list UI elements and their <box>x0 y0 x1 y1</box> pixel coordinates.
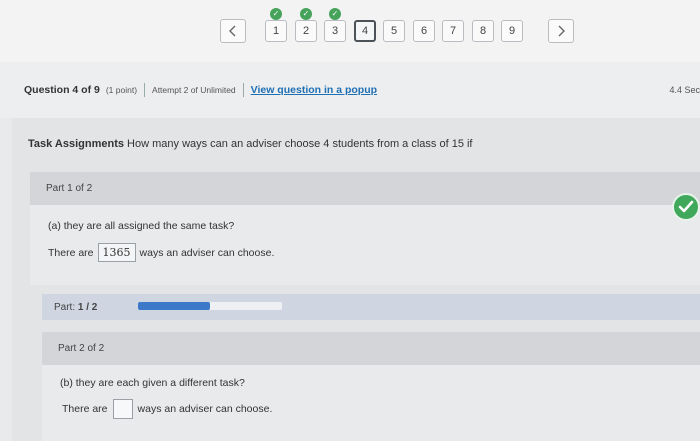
checkmark-glyph <box>678 200 694 213</box>
previous-question-button[interactable] <box>220 19 246 43</box>
question-nav-button-1[interactable]: 1 <box>265 20 287 42</box>
part1-question: (a) they are all assigned the same task? <box>48 220 235 232</box>
question-nav-button-9[interactable]: 9 <box>501 20 523 42</box>
part1-header: Part 1 of 2 <box>30 172 700 205</box>
chevron-left-icon <box>229 25 236 37</box>
question-number: Question 4 of 9 <box>24 84 100 96</box>
next-question-button[interactable] <box>548 19 574 43</box>
view-popup-link[interactable]: View question in a popup <box>251 84 377 96</box>
question-nav-button-6[interactable]: 6 <box>413 20 435 42</box>
answer-prefix: There are <box>48 246 94 259</box>
score-info: 4.4 Sec <box>669 85 700 95</box>
attempt-count: Attempt 2 of Unlimited <box>152 85 236 95</box>
question-nav-button-2[interactable]: 2 <box>295 20 317 42</box>
part1-answer-row: There are 1365 ways an adviser can choos… <box>48 243 274 262</box>
answer-prefix: There are <box>62 403 108 415</box>
completed-check-icon: ✓ <box>300 8 312 20</box>
part1-answer-input[interactable]: 1365 <box>97 243 136 262</box>
part2-answer-row: There are ways an adviser can choose. <box>62 399 272 419</box>
question-points: (1 point) <box>105 85 138 95</box>
part1-body: (a) they are all assigned the same task?… <box>30 205 700 285</box>
checkmark-icon <box>672 193 700 221</box>
answer-suffix: ways an adviser can choose. <box>137 403 273 415</box>
progress-label-text: Part: <box>54 302 76 313</box>
question-nav-button-5[interactable]: 5 <box>383 20 405 42</box>
question-content: Task Assignments How many ways can an ad… <box>12 118 700 441</box>
progress-fill <box>138 302 210 310</box>
chevron-right-icon <box>558 25 565 37</box>
part2-body: (b) they are each given a different task… <box>42 365 700 441</box>
question-nav-button-8[interactable]: 8 <box>472 20 494 42</box>
task-title: Task Assignments <box>28 138 124 150</box>
task-text: How many ways can an adviser choose 4 st… <box>127 138 473 150</box>
part2-question: (b) they are each given a different task… <box>60 377 245 389</box>
question-nav-button-4[interactable]: 4 <box>354 20 376 42</box>
part2-answer-input[interactable] <box>112 399 133 419</box>
progress-label: Part: 1 / 2 <box>54 302 97 313</box>
progress-value: 1 / 2 <box>77 302 98 313</box>
question-header: Question 4 of 9 (1 point) Attempt 2 of U… <box>0 62 700 118</box>
progress-track <box>138 302 282 310</box>
question-nav-button-7[interactable]: 7 <box>442 20 464 42</box>
divider <box>144 83 146 97</box>
completed-check-icon: ✓ <box>270 8 282 20</box>
completed-check-icon: ✓ <box>329 8 341 20</box>
part-progress: Part: 1 / 2 <box>42 294 700 320</box>
part2-heading: Part 2 of 2 <box>58 343 105 354</box>
question-nav-button-3[interactable]: 3 <box>324 20 346 42</box>
answer-suffix: ways an adviser can choose. <box>139 246 275 259</box>
task-statement: Task Assignments How many ways can an ad… <box>28 138 473 150</box>
part1-heading: Part 1 of 2 <box>46 183 93 194</box>
question-navigation: 1 ✓ 2 ✓ 3 ✓ 4 5 6 7 8 9 <box>0 0 700 62</box>
divider <box>242 83 244 97</box>
part2-header: Part 2 of 2 <box>42 332 700 365</box>
